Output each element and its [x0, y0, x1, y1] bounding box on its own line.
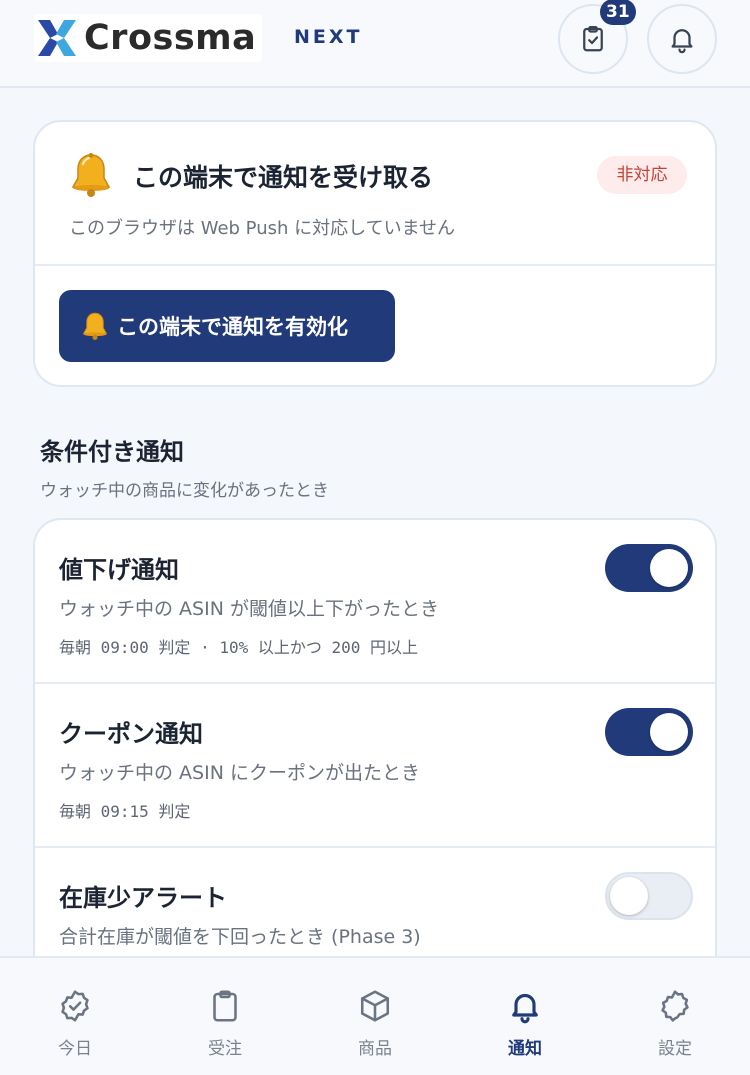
bell-emoji-icon: [71, 153, 111, 197]
gear-icon: [661, 990, 689, 1022]
clipboard-icon: [213, 990, 237, 1022]
nav-label: 通知: [508, 1039, 542, 1059]
bell-icon: [671, 29, 693, 54]
nav-label: 今日: [58, 1039, 92, 1059]
low-stock-toggle[interactable]: [605, 872, 693, 920]
toggle-knob: [650, 713, 688, 751]
app-logo[interactable]: Crossma: [34, 14, 263, 62]
toggle-knob: [650, 549, 688, 587]
item-description: 合計在庫が閾値を下回ったとき (Phase 3): [59, 926, 421, 948]
bell-emoji-icon: [82, 312, 108, 340]
item-title: 値下げ通知: [59, 556, 179, 584]
push-notification-card: この端末で通知を受け取る 非対応 このブラウザは Web Push に対応してい…: [33, 120, 717, 387]
push-card-title: この端末で通知を受け取る: [133, 163, 434, 192]
tasks-count-badge: 31: [600, 0, 636, 25]
list-item-price-drop: 値下げ通知 ウォッチ中の ASIN が閾値以上下がったとき 毎朝 09:00 判…: [35, 520, 715, 684]
check-badge-icon: [61, 990, 89, 1022]
nav-item-products[interactable]: 商品: [300, 958, 450, 1075]
section-subtitle: ウォッチ中の商品に変化があったとき: [40, 481, 329, 501]
logo-x-icon: [38, 20, 76, 56]
list-item-coupon: クーポン通知 ウォッチ中の ASIN にクーポンが出たとき 毎朝 09:15 判…: [35, 684, 715, 848]
nav-item-settings[interactable]: 設定: [600, 958, 750, 1075]
push-card-header: この端末で通知を受け取る 非対応 このブラウザは Web Push に対応してい…: [35, 122, 715, 266]
app-header: Crossma NEXT 31: [0, 0, 750, 88]
item-schedule: 毎朝 09:15 判定: [59, 802, 191, 821]
bottom-navigation: 今日 受注 商品 通知 設定: [0, 956, 750, 1075]
nav-item-notifications[interactable]: 通知: [450, 958, 600, 1075]
notifications-button[interactable]: [647, 4, 717, 74]
nav-label: 商品: [358, 1039, 392, 1059]
clipboard-check-icon: [583, 26, 603, 52]
section-title: 条件付き通知: [40, 438, 184, 466]
conditional-notifications-card: 値下げ通知 ウォッチ中の ASIN が閾値以上下がったとき 毎朝 09:00 判…: [33, 518, 717, 978]
nav-item-today[interactable]: 今日: [0, 958, 150, 1075]
price-drop-toggle[interactable]: [605, 544, 693, 592]
bell-icon: [512, 993, 538, 1024]
logo-wordmark: Crossma: [84, 18, 257, 58]
item-description: ウォッチ中の ASIN にクーポンが出たとき: [59, 762, 420, 784]
nav-label: 受注: [208, 1039, 242, 1059]
toggle-knob: [610, 877, 648, 915]
enable-button-label: この端末で通知を有効化: [117, 315, 348, 339]
item-title: 在庫少アラート: [59, 884, 227, 912]
logo-suffix: NEXT: [294, 26, 363, 48]
unsupported-badge: 非対応: [597, 156, 687, 194]
item-description: ウォッチ中の ASIN が閾値以上下がったとき: [59, 598, 439, 620]
nav-item-orders[interactable]: 受注: [150, 958, 300, 1075]
coupon-toggle[interactable]: [605, 708, 693, 756]
item-schedule: 毎朝 09:00 判定 · 10% 以上かつ 200 円以上: [59, 638, 419, 657]
enable-notifications-button[interactable]: この端末で通知を有効化: [59, 290, 395, 362]
push-card-description: このブラウザは Web Push に対応していません: [69, 218, 456, 239]
item-title: クーポン通知: [59, 720, 203, 748]
box-icon: [360, 990, 390, 1022]
nav-label: 設定: [658, 1039, 692, 1059]
